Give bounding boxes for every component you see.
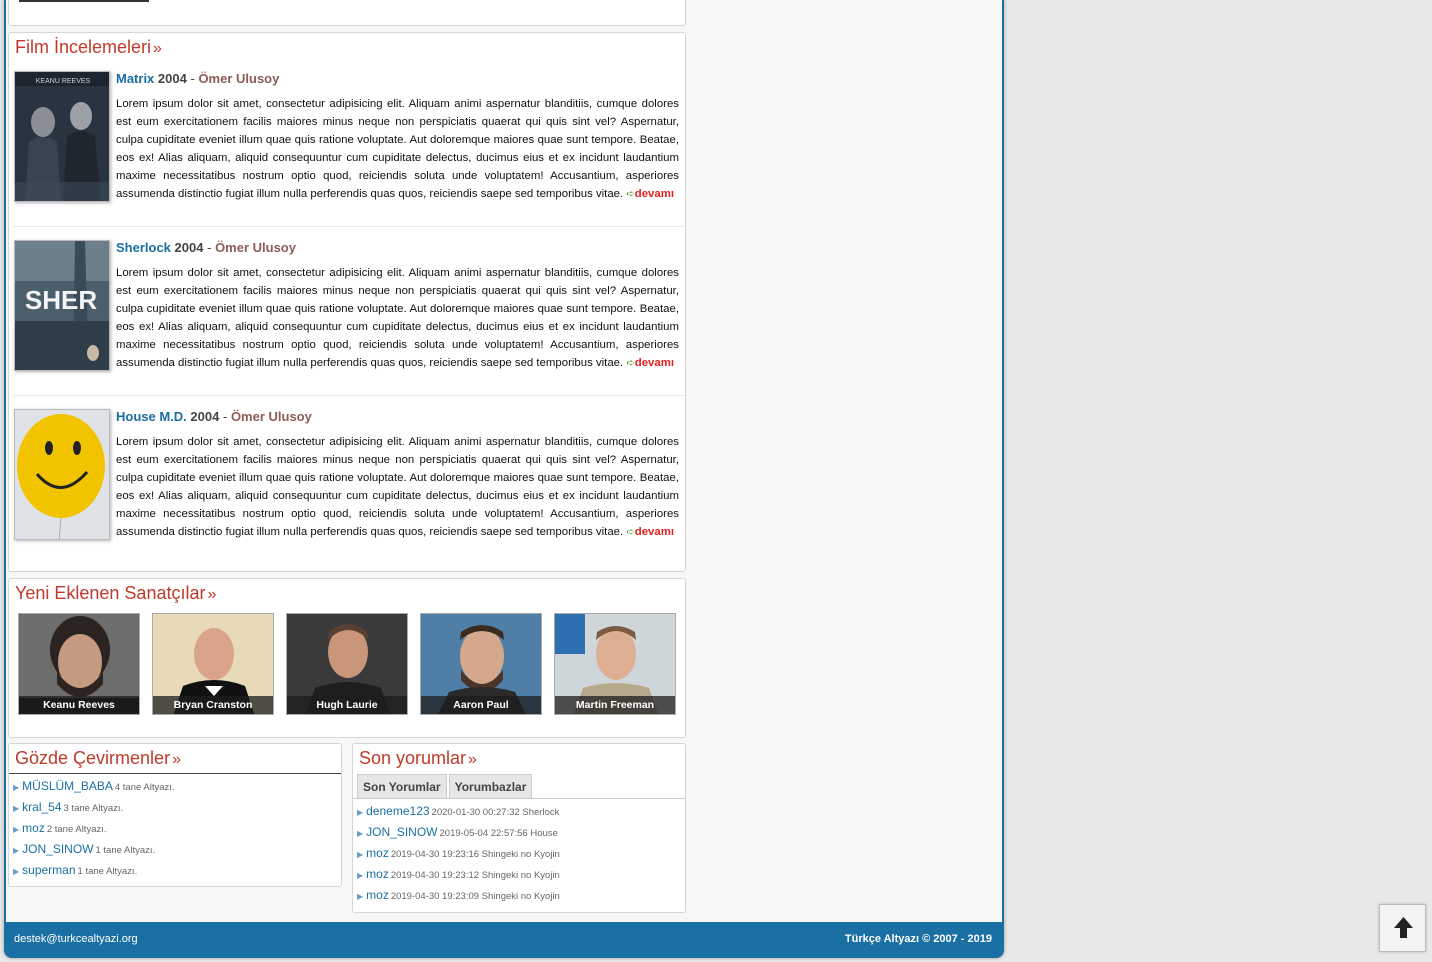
arrow-right-icon: ➪ <box>626 189 635 200</box>
artist-name: Keanu Reeves <box>19 696 139 714</box>
comment-user-link[interactable]: moz <box>366 846 389 860</box>
artist-card[interactable]: Hugh Laurie <box>286 613 408 715</box>
review-author-link[interactable]: Ömer Ulusoy <box>215 240 296 255</box>
comments-tabs: Son Yorumlar Yorumbazlar <box>357 774 534 798</box>
translator-link[interactable]: moz <box>22 821 45 835</box>
review-author-link[interactable]: Ömer Ulusoy <box>231 409 312 424</box>
comment-item: ▶ moz 2019-04-30 19:23:09 Shingeki no Kyoj… <box>357 888 560 902</box>
translators-title[interactable]: Gözde Çevirmenler» <box>9 744 341 774</box>
comment-item: ▶ deneme123 2020-01-30 00:27:32 Sherlock <box>357 804 560 818</box>
divider <box>13 226 685 227</box>
artist-name: Bryan Cranston <box>153 696 273 714</box>
triangle-right-icon: ▶ <box>13 825 20 834</box>
translator-item: ▶ kral_54 3 tane Altyazı. <box>13 800 124 814</box>
tab-son-yorumlar[interactable]: Son Yorumlar <box>357 774 447 798</box>
review-item: House M.D. 2004 - Ömer Ulusoy Lorem ipsu… <box>13 409 685 569</box>
review-title-link[interactable]: Matrix <box>116 71 154 86</box>
artist-name: Martin Freeman <box>555 696 675 714</box>
review-item: KEANU REEVES Matrix 2004 - Ömer Ulusoy L… <box>13 71 685 231</box>
translator-link[interactable]: superman <box>22 863 75 877</box>
artist-name: Hugh Laurie <box>287 696 407 714</box>
comment-item: ▶ JON_SINOW 2019-05-04 22:57:56 House <box>357 825 558 839</box>
translator-link[interactable]: JON_SINOW <box>22 842 93 856</box>
review-title-link[interactable]: Sherlock <box>116 240 171 255</box>
read-more-link[interactable]: devamı <box>635 526 674 538</box>
read-more-link[interactable]: devamı <box>635 188 674 200</box>
arrow-right-icon: ➪ <box>626 358 635 369</box>
matrix-poster[interactable]: KEANU REEVES <box>14 71 110 202</box>
svg-text:SHER: SHER <box>25 285 97 315</box>
reviews-box: Film İncelemeleri» KEANU REEVES Matrix 2… <box>8 32 686 572</box>
review-item: SHER Sherlock 2004 - Ömer Ulusoy Lorem i… <box>13 240 685 400</box>
artists-box: Yeni Eklenen Sanatçılar» Keanu Reeves Br… <box>8 578 686 738</box>
translator-item: ▶ MÜSLÜM_BABA 4 tane Altyazı. <box>13 779 175 793</box>
comments-box: Son yorumlar» Son Yorumlar Yorumbazlar ▶ d… <box>352 743 686 913</box>
triangle-right-icon: ▶ <box>13 867 20 876</box>
triangle-right-icon: ▶ <box>13 846 20 855</box>
artist-name: Aaron Paul <box>421 696 541 714</box>
review-text: Lorem ipsum dolor sit amet, consectetur … <box>116 436 679 538</box>
review-heading: Matrix 2004 - Ömer Ulusoy <box>116 71 280 86</box>
reviews-title[interactable]: Film İncelemeleri» <box>9 33 685 62</box>
arrow-right-icon: ➪ <box>626 527 635 538</box>
review-heading: Sherlock 2004 - Ömer Ulusoy <box>116 240 296 255</box>
footer-email-link[interactable]: destek@turkcealtyazi.org <box>14 933 138 945</box>
comments-title[interactable]: Son yorumlar» <box>353 744 685 773</box>
artist-card[interactable]: Keanu Reeves <box>18 613 140 715</box>
comment-user-link[interactable]: moz <box>366 867 389 881</box>
translator-link[interactable]: MÜSLÜM_BABA <box>22 779 113 793</box>
tab-yorumbazlar[interactable]: Yorumbazlar <box>448 774 533 798</box>
review-text: Lorem ipsum dolor sit amet, consectetur … <box>116 267 679 369</box>
svg-text:KEANU REEVES: KEANU REEVES <box>36 78 91 85</box>
translator-item: ▶ moz 2 tane Altyazı. <box>13 821 107 835</box>
read-more-link[interactable]: devamı <box>635 357 674 369</box>
review-year: 2004 <box>174 240 204 255</box>
artist-card[interactable]: Martin Freeman <box>554 613 676 715</box>
triangle-right-icon: ▶ <box>357 808 364 817</box>
divider <box>13 395 685 396</box>
comment-user-link[interactable]: JON_SINOW <box>366 825 437 839</box>
triangle-right-icon: ▶ <box>357 829 364 838</box>
comment-item: ▶ moz 2019-04-30 19:23:16 Shingeki no Kyoj… <box>357 846 560 860</box>
review-year: 2004 <box>157 71 187 86</box>
top-box <box>8 0 686 26</box>
triangle-right-icon: ▶ <box>357 871 364 880</box>
comment-user-link[interactable]: deneme123 <box>366 804 429 818</box>
triangle-right-icon: ▶ <box>13 783 20 792</box>
artist-card[interactable]: Aaron Paul <box>420 613 542 715</box>
translator-link[interactable]: kral_54 <box>22 800 61 814</box>
underline-bar <box>19 0 149 2</box>
translator-item: ▶ JON_SINOW 1 tane Altyazı. <box>13 842 156 856</box>
triangle-right-icon: ▶ <box>13 804 20 813</box>
artists-title[interactable]: Yeni Eklenen Sanatçılar» <box>9 579 685 608</box>
review-text: Lorem ipsum dolor sit amet, consectetur … <box>116 98 679 200</box>
translator-item: ▶ superman 1 tane Altyazı. <box>13 863 138 877</box>
sherlock-poster[interactable]: SHER <box>14 240 110 371</box>
comment-item: ▶ moz 2019-04-30 19:23:12 Shingeki no Kyoj… <box>357 867 560 881</box>
translators-box: Gözde Çevirmenler» ▶ MÜSLÜM_BABA 4 tane Al… <box>8 743 342 887</box>
artist-card[interactable]: Bryan Cranston <box>152 613 274 715</box>
footer-copyright: Türkçe Altyazı © 2007 - 2019 <box>844 933 992 945</box>
scroll-top-button[interactable] <box>1379 904 1426 952</box>
footer: destek@turkcealtyazi.org Türkçe Altyazı … <box>4 922 1004 958</box>
review-title-link[interactable]: House M.D. <box>116 409 187 424</box>
house-poster[interactable] <box>14 409 110 540</box>
review-author-link[interactable]: Ömer Ulusoy <box>198 71 279 86</box>
triangle-right-icon: ▶ <box>357 850 364 859</box>
triangle-right-icon: ▶ <box>357 892 364 901</box>
arrow-up-icon <box>1394 917 1413 938</box>
tabs-divider <box>353 798 685 799</box>
comment-user-link[interactable]: moz <box>366 888 389 902</box>
review-heading: House M.D. 2004 - Ömer Ulusoy <box>116 409 312 424</box>
review-year: 2004 <box>190 409 220 424</box>
